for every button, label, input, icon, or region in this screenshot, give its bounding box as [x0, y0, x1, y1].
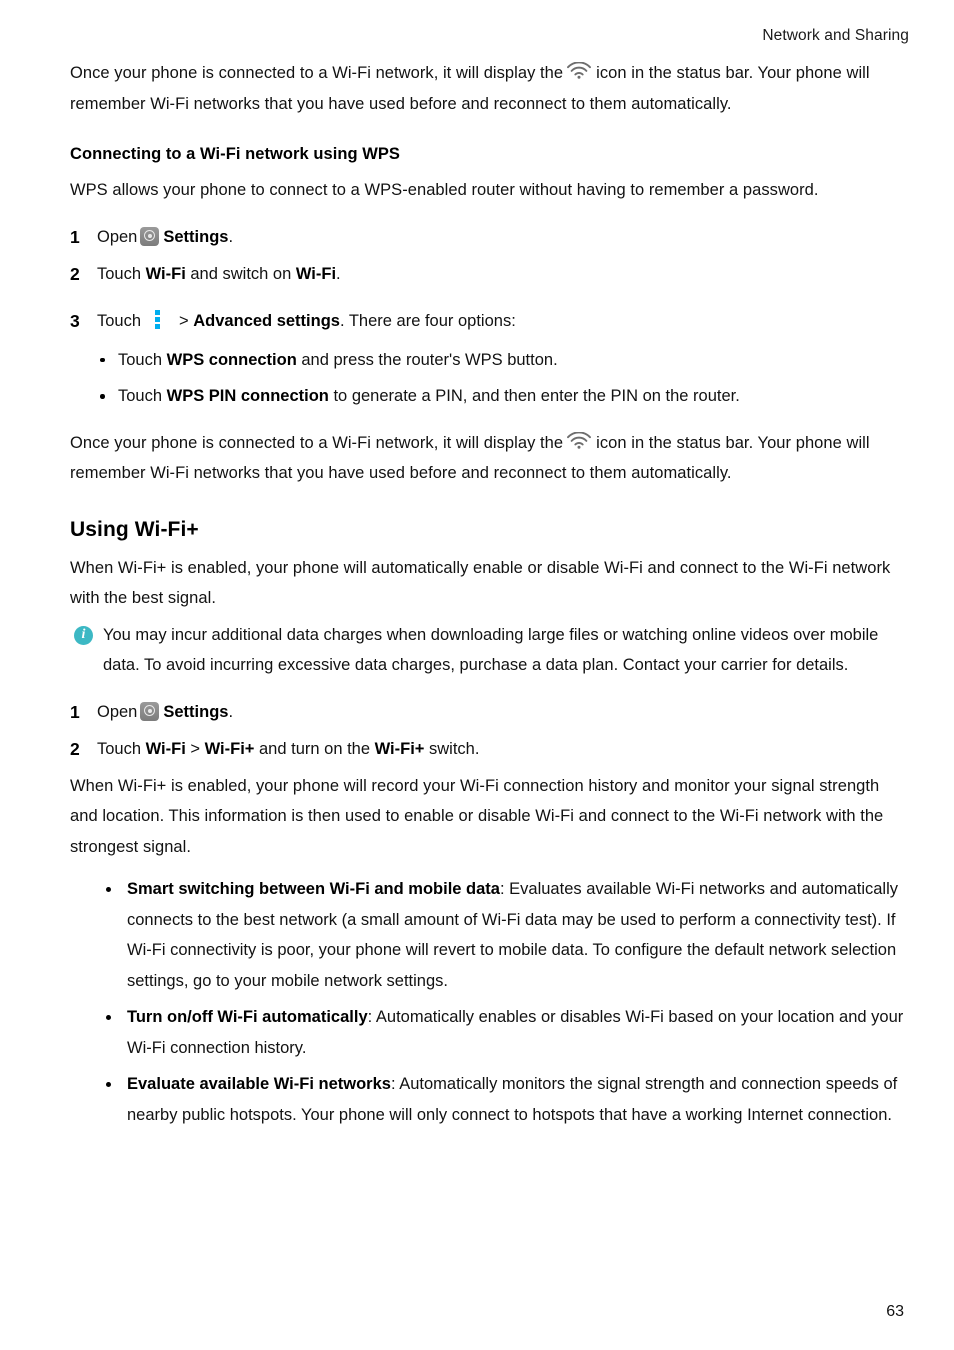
option-suffix: to generate a PIN, and then enter the PI…: [328, 387, 740, 405]
wifi-icon: [566, 431, 592, 449]
step-suffix: .: [228, 702, 234, 721]
step-bold-target: Settings: [163, 227, 229, 246]
step-middle: and turn on the: [254, 739, 375, 758]
kebab-menu-icon: [155, 309, 161, 330]
step-bold-wifi: Wi-Fi: [145, 264, 186, 283]
step-bold-wifi: Wi-Fi: [145, 739, 186, 758]
step-prefix: Touch: [97, 311, 142, 330]
wifiplus-step2-detail: When Wi-Fi+ is enabled, your phone will …: [70, 776, 884, 856]
wifiplus-feature-3: Evaluate available Wi-Fi networks: Autom…: [98, 1069, 910, 1130]
intro-paragraph-part1: Once your phone is connected to a Wi-Fi …: [70, 64, 564, 82]
wps-intro-paragraph: WPS allows your phone to connect to a WP…: [70, 181, 819, 199]
wifi-icon: [566, 62, 592, 79]
intro-paragraph: Once your phone is connected to a Wi-Fi …: [70, 58, 910, 119]
settings-icon: [140, 226, 160, 246]
step-text: Touch Wi-Fi and switch on Wi-Fi.: [97, 259, 910, 290]
step-bold-wifi-2: Wi-Fi: [295, 264, 337, 283]
step-prefix: Open: [97, 227, 138, 246]
wps-step-3: 3 Touch > Advanced settings. There are fo…: [70, 306, 910, 337]
step-suffix: .: [228, 227, 234, 246]
step-bold-target: Advanced settings: [193, 311, 340, 330]
step-number: 2: [70, 263, 80, 284]
running-header: Network and Sharing: [762, 27, 909, 44]
info-icon: [74, 625, 93, 645]
step-separator: >: [185, 739, 205, 758]
wifiplus-section-heading: Using Wi-Fi+: [70, 517, 199, 541]
step-separator: >: [179, 311, 189, 330]
closing-part1: Once your phone is connected to a Wi-Fi …: [70, 433, 564, 452]
feature-bold: Turn on/off Wi-Fi automatically: [127, 1008, 368, 1026]
step-prefix: Touch: [97, 739, 146, 758]
wps-option-1: Touch WPS connection and press the route…: [96, 345, 910, 376]
settings-icon: [140, 701, 160, 721]
step-text: Touch > Advanced settings. There are four…: [97, 306, 910, 337]
wps-step-2: 2 Touch Wi-Fi and switch on Wi-Fi.: [70, 259, 910, 290]
step-number: 1: [70, 226, 80, 247]
document-page: Network and Sharing Once your phone is c…: [0, 0, 954, 1350]
wps-section-heading: Connecting to a Wi-Fi network using WPS: [70, 145, 400, 163]
option-prefix: Touch: [118, 387, 167, 405]
wifiplus-feature-1: Smart switching between Wi-Fi and mobile…: [98, 874, 910, 996]
step-suffix: switch.: [424, 739, 480, 758]
info-note: You may incur additional data charges wh…: [70, 620, 910, 681]
step-bold-target: Settings: [163, 702, 229, 721]
step-number: 1: [70, 701, 80, 722]
wps-closing-paragraph: Once your phone is connected to a Wi-Fi …: [70, 428, 910, 489]
page-content: Once your phone is connected to a Wi-Fi …: [70, 58, 910, 1130]
step-number: 2: [70, 738, 80, 759]
feature-bold: Evaluate available Wi-Fi networks: [127, 1075, 391, 1093]
wps-step-1: 1 Open Settings.: [70, 222, 910, 253]
step-middle: and switch on: [185, 264, 296, 283]
step-number: 3: [70, 310, 80, 331]
wifiplus-intro-paragraph: When Wi-Fi+ is enabled, your phone will …: [70, 558, 891, 608]
step-bold-wifiplus: Wi-Fi+: [204, 739, 255, 758]
step-suffix: . There are four options:: [339, 311, 516, 330]
wifiplus-step-2: 2 Touch Wi-Fi > Wi-Fi+ and turn on the W…: [70, 734, 910, 765]
step-text: Open Settings.: [97, 697, 910, 728]
step-prefix: Open: [97, 702, 138, 721]
feature-bold: Smart switching between Wi-Fi and mobile…: [127, 880, 500, 898]
page-number: 63: [886, 1303, 904, 1320]
wifiplus-step-1: 1 Open Settings.: [70, 697, 910, 728]
info-note-text: You may incur additional data charges wh…: [103, 625, 879, 675]
step-bold-wifiplus-2: Wi-Fi+: [374, 739, 425, 758]
option-bold: WPS PIN connection: [166, 387, 329, 405]
step-prefix: Touch: [97, 264, 142, 283]
wps-option-2: Touch WPS PIN connection to generate a P…: [96, 381, 910, 412]
option-bold: WPS connection: [166, 350, 297, 369]
option-prefix: Touch: [118, 350, 167, 369]
step-text: Touch Wi-Fi > Wi-Fi+ and turn on the Wi-…: [97, 734, 910, 765]
step-text: Open Settings.: [97, 222, 910, 253]
step-suffix: .: [336, 264, 341, 283]
option-suffix: and press the router's WPS button.: [296, 350, 558, 369]
wifiplus-feature-2: Turn on/off Wi-Fi automatically: Automat…: [98, 1002, 910, 1063]
